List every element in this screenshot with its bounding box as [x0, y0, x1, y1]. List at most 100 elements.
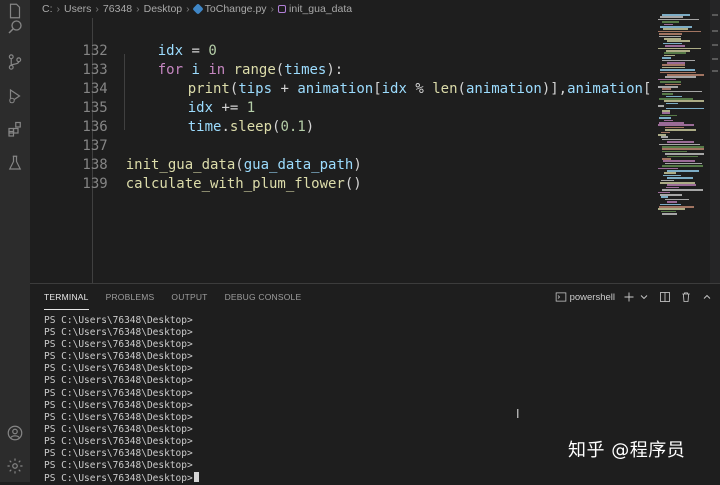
minimap-line — [667, 74, 704, 76]
minimap-line — [659, 143, 700, 146]
minimap-line — [662, 66, 685, 69]
minimap-line — [663, 174, 681, 177]
terminal-prompt-line: PS C:\Users\76348\Desktop> — [44, 411, 193, 423]
bottom-panel: TERMINAL PROBLEMS OUTPUT DEBUG CONSOLE p… — [30, 283, 720, 484]
tab-debug-console[interactable]: DEBUG CONSOLE — [225, 284, 302, 310]
tab-problems[interactable]: PROBLEMS — [106, 284, 155, 310]
minimap-line — [662, 158, 671, 160]
chevron-right-icon: › — [270, 3, 275, 16]
minimap-line — [663, 160, 695, 162]
code-line: 136 time.sleep(0.1) — [30, 99, 314, 135]
chevron-right-icon: › — [95, 3, 99, 16]
shell-label[interactable]: powershell — [570, 292, 615, 303]
minimap-line — [658, 105, 664, 107]
minimap-line — [666, 107, 704, 110]
code-line: 133 for i in range(times): — [30, 42, 343, 78]
minimap-line — [661, 196, 668, 198]
terminal-prompt-line: PS C:\Users\76348\Desktop> — [44, 399, 193, 411]
minimap-line — [664, 23, 673, 26]
minimap-line — [658, 86, 678, 88]
breadcrumb-item[interactable]: Users — [64, 0, 91, 18]
extensions-icon[interactable] — [4, 119, 26, 141]
minimap-line — [660, 203, 681, 206]
breadcrumb: C: › Users › 76348 › Desktop › ToChange.py › init_… — [30, 0, 664, 18]
minimap-line — [660, 71, 696, 74]
line-number: 139 — [82, 176, 108, 192]
minimap-line — [658, 78, 676, 81]
minimap-line — [662, 110, 670, 112]
terminal-prompt-line: PS C:\Users\76348\Desktop> — [44, 472, 704, 484]
minimap-line — [665, 83, 681, 86]
account-icon[interactable] — [4, 422, 26, 444]
minimap-line — [665, 162, 702, 165]
minimap-line — [658, 167, 678, 170]
scrollbar-marker — [712, 70, 718, 72]
minimap-line — [660, 69, 695, 71]
minimap-line — [664, 100, 704, 102]
minimap-line — [662, 88, 671, 90]
terminal-prompt-line: PS C:\Users\76348\Desktop> — [44, 327, 193, 339]
minimap-line — [660, 16, 683, 18]
minimap-line — [659, 122, 684, 124]
scrollbar-marker — [712, 14, 718, 16]
minimap-line — [658, 191, 670, 194]
code-line: 137 — [30, 118, 107, 154]
breadcrumb-symbol[interactable]: init_gua_data — [289, 0, 352, 18]
terminal-prompt-line: PS C:\Users\76348\Desktop> — [44, 387, 193, 399]
split-terminal-icon[interactable] — [658, 290, 672, 304]
run-debug-icon[interactable] — [4, 85, 26, 107]
minimap-line — [658, 18, 699, 21]
watermark: 知乎 @程序员 — [568, 440, 686, 461]
terminal-prompt-line: PS C:\Users\76348\Desktop> — [44, 375, 193, 387]
scrollbar-marker — [712, 44, 718, 46]
minimap-line — [662, 112, 670, 114]
settings-gear-icon[interactable] — [4, 455, 26, 477]
text-cursor-icon: I — [516, 407, 520, 421]
minimap-line — [660, 114, 677, 117]
minimap-line — [667, 177, 693, 179]
minimap-line — [660, 182, 695, 184]
minimap-line — [658, 47, 701, 50]
minimap-line — [661, 210, 676, 213]
minimap-line — [660, 81, 681, 83]
breadcrumb-item[interactable]: 76348 — [103, 0, 132, 18]
minimap-line — [667, 141, 694, 143]
minimap-line — [664, 119, 673, 122]
minimap-line — [659, 98, 693, 100]
breadcrumb-item[interactable]: Desktop — [144, 0, 183, 18]
minimap[interactable] — [652, 0, 710, 283]
minimap-line — [659, 33, 682, 35]
code-editor[interactable]: 132 idx = 0 133 for i in range(times): 134… — [30, 18, 652, 283]
chevron-right-icon: › — [136, 3, 140, 16]
minimap-line — [663, 42, 682, 45]
source-control-icon[interactable] — [4, 51, 26, 73]
function-symbol-icon — [278, 5, 287, 14]
minimap-line — [662, 146, 704, 148]
code-line: 132 idx = 0 — [30, 23, 216, 59]
minimap-line — [662, 148, 704, 150]
minimap-line — [662, 64, 685, 66]
minimap-line — [662, 150, 687, 153]
minimap-line — [665, 153, 704, 155]
minimap-line — [658, 208, 685, 210]
minimap-line — [665, 129, 696, 131]
scrollbar-marker — [712, 30, 718, 32]
trash-icon[interactable] — [679, 290, 693, 304]
terminal-prompt-line: PS C:\Users\76348\Desktop> — [44, 363, 193, 375]
minimap-line — [667, 62, 685, 64]
terminal-icon — [554, 290, 568, 304]
add-terminal-icon[interactable] — [622, 290, 636, 304]
chevron-down-icon[interactable] — [637, 290, 651, 304]
chevron-up-icon[interactable] — [700, 290, 714, 304]
minimap-line — [658, 30, 701, 33]
terminal-prompt-line: PS C:\Users\76348\Desktop> — [44, 339, 193, 351]
tab-terminal[interactable]: TERMINAL — [44, 284, 89, 310]
testing-icon[interactable] — [4, 152, 26, 174]
tab-output[interactable]: OUTPUT — [171, 284, 207, 310]
breadcrumb-file[interactable]: ToChange.py — [205, 0, 267, 18]
minimap-line — [662, 189, 703, 191]
minimap-line — [665, 45, 685, 47]
editor-scrollbar[interactable] — [710, 0, 720, 283]
search-icon[interactable] — [4, 16, 26, 38]
breadcrumb-item[interactable]: C: — [42, 0, 53, 18]
